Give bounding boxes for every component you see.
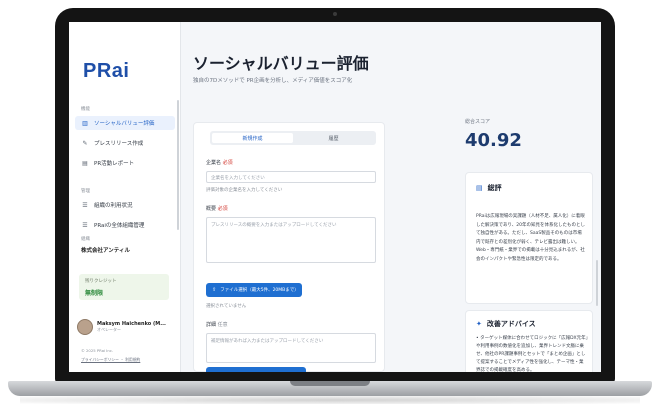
evaluation-form: 新規作成 履歴 企業名 必須 企業名を入力してください 評価対象の企業名を入力し… — [193, 122, 385, 372]
lightbulb-icon: ✦ — [476, 320, 482, 328]
detail-field-label: 詳細 任意 — [206, 321, 228, 328]
upload-icon: ⇪ — [212, 287, 217, 293]
sidebar-section-admin: 管理 — [81, 189, 90, 194]
advice-title: 改善アドバイス — [486, 320, 536, 328]
user-role: オペレーター — [97, 327, 121, 332]
sidebar-item-social-value[interactable]: ▥ ソーシャルバリュー評価 — [75, 116, 175, 130]
list-icon: ☰ — [82, 221, 88, 229]
submit-button[interactable] — [206, 367, 306, 372]
tab-bar: 新規作成 履歴 — [210, 131, 376, 145]
app-screen: PRai 機能 ▥ ソーシャルバリュー評価 ✎ プレスリリース作成 ▤ PR活動… — [69, 22, 601, 372]
sidebar-item-label: プレスリリース作成 — [94, 141, 144, 147]
company-name-input[interactable]: 企業名を入力してください — [206, 171, 376, 183]
laptop-shadow — [20, 396, 640, 404]
sidebar-scrollbar[interactable] — [177, 100, 179, 230]
laptop-lid: PRai 機能 ▥ ソーシャルバリュー評価 ✎ プレスリリース作成 ▤ PR活動… — [55, 8, 615, 383]
camera-dot — [333, 12, 337, 16]
page-subtitle: 独自の7Dメソッドで PR企画を分析し、メディア価値をスコア化 — [193, 78, 353, 84]
summary-textarea[interactable]: プレスリリースの概要を入力またはアップロードしてください — [206, 217, 376, 263]
summary-field-label: 概要 必須 — [206, 205, 228, 212]
advice-header: ✦ 改善アドバイス — [476, 319, 536, 329]
optional-badge: 任意 — [217, 322, 228, 328]
list-icon: ☰ — [82, 201, 88, 209]
detail-field-label-text: 詳細 — [206, 322, 217, 328]
sidebar-item-org-usage[interactable]: ☰ 組織の利用状況 — [75, 198, 175, 212]
advice-card: ✦ 改善アドバイス • ターゲット媒体に合わせてロジックに「広報DX元年」や利用… — [465, 310, 593, 372]
review-title: 総評 — [487, 184, 502, 192]
review-header: ▤ 総評 — [476, 183, 502, 193]
company-field-label-text: 企業名 — [206, 160, 222, 166]
sidebar-item-label: 組織の利用状況 — [94, 203, 133, 209]
upload-button-label: ファイル選択（最大5件、20MBまで） — [220, 288, 299, 293]
document-icon: ▤ — [82, 159, 88, 167]
results-scrollbar[interactable] — [596, 260, 598, 306]
total-score-value: 40.92 — [465, 130, 522, 151]
avatar — [77, 319, 93, 335]
upload-status: 選択されていません — [206, 304, 247, 309]
credit-label: 残りクレジット — [85, 279, 117, 284]
tab-history[interactable]: 履歴 — [293, 133, 374, 143]
sidebar: PRai 機能 ▥ ソーシャルバリュー評価 ✎ プレスリリース作成 ▤ PR活動… — [69, 22, 181, 372]
review-text: PRaiは広報現場の実課題（人材不足、属人化）に着眼した解決策であり、20年の知… — [476, 214, 585, 262]
sidebar-item-label: PRaiの全体組織管理 — [94, 223, 145, 229]
summary-field-label-text: 概要 — [206, 206, 217, 212]
edit-icon: ✎ — [82, 139, 88, 147]
laptop-notch — [290, 381, 370, 386]
file-upload-button[interactable]: ⇪ ファイル選択（最大5件、20MBまで） — [206, 283, 302, 297]
total-score-label: 総合スコア — [465, 119, 491, 125]
user-profile[interactable]: Maksym Haichenko (M... オペレーター — [77, 316, 173, 338]
detail-textarea[interactable]: 補足情報があれば入力またはアップロードしてください — [206, 333, 376, 363]
company-name: 株式会社アンティル — [81, 248, 130, 254]
footer-links[interactable]: プライバシーポリシー ・ 利用規約 — [81, 357, 140, 363]
credit-box: 残りクレジット 無制限 — [79, 274, 169, 300]
credit-value: 無制限 — [85, 290, 104, 297]
required-badge: 必須 — [217, 206, 228, 212]
review-card: ▤ 総評 PRaiは広報現場の実課題（人材不足、属人化）に着眼した解決策であり、… — [465, 172, 593, 304]
document-icon: ▤ — [476, 184, 483, 192]
page-title: ソーシャルバリュー評価 — [193, 54, 369, 73]
sidebar-item-press-release[interactable]: ✎ プレスリリース作成 — [75, 136, 175, 150]
required-badge: 必須 — [222, 160, 233, 166]
sidebar-item-label: PR活動レポート — [94, 161, 135, 167]
sidebar-item-label: ソーシャルバリュー評価 — [94, 121, 155, 127]
copyright: © 2025 PRai Inc. — [81, 348, 114, 353]
advice-text: • ターゲット媒体に合わせてロジックに「広報DX元年」や利用事例の数値化を追加し… — [476, 336, 588, 372]
app-logo[interactable]: PRai — [83, 60, 129, 83]
tab-new[interactable]: 新規作成 — [212, 133, 293, 143]
sidebar-item-org-admin[interactable]: ☰ PRaiの全体組織管理 — [75, 218, 175, 232]
sidebar-item-pr-report[interactable]: ▤ PR活動レポート — [75, 156, 175, 170]
company-field-hint: 評価対象の企業名を入力してください — [206, 188, 283, 193]
chart-icon: ▥ — [82, 119, 88, 127]
sidebar-section-features: 機能 — [81, 107, 90, 112]
company-field-label: 企業名 必須 — [206, 159, 233, 166]
company-label: 組織 — [81, 237, 90, 242]
